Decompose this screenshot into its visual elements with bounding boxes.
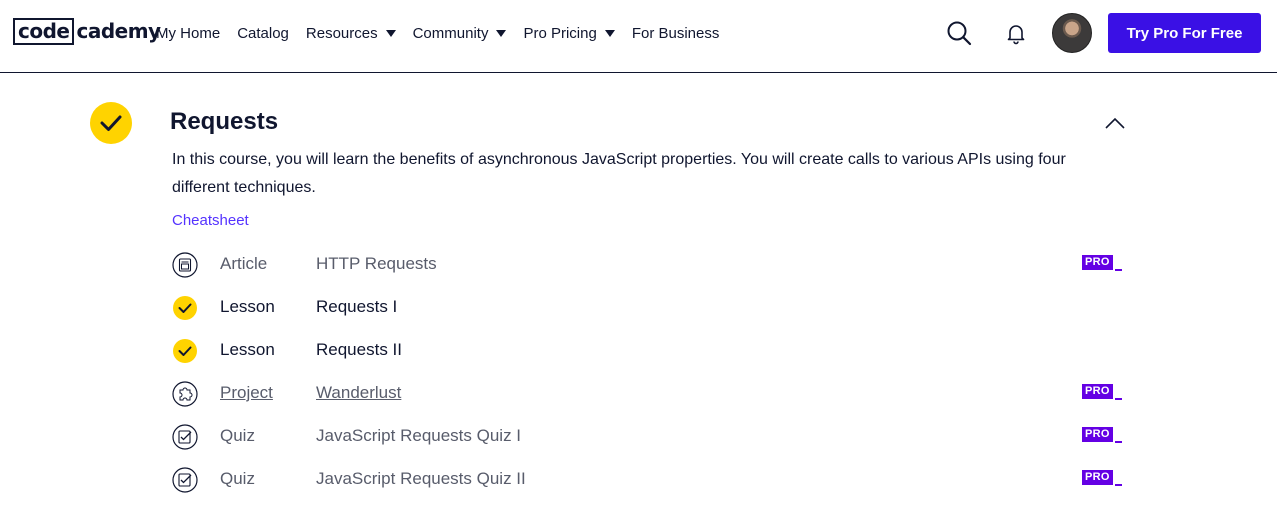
check-icon [173, 296, 197, 320]
caret-down-icon [604, 29, 615, 37]
nav-pro-pricing[interactable]: Pro Pricing [523, 22, 615, 44]
caret-down-icon [385, 29, 396, 37]
nav-my-home[interactable]: My Home [156, 22, 220, 44]
pro-badge: PRO [1082, 384, 1122, 400]
item-title-link[interactable]: Wanderlust [316, 383, 401, 403]
pro-badge-label: PRO [1082, 255, 1113, 270]
check-icon [100, 115, 122, 131]
user-avatar[interactable] [1052, 13, 1092, 53]
nav-for-business-label: For Business [631, 24, 720, 42]
pro-badge-label: PRO [1082, 384, 1113, 399]
nav-resources[interactable]: Resources [306, 22, 396, 44]
main-nav: My Home Catalog Resources Community Pro … [156, 22, 736, 44]
item-type: Quiz [220, 426, 255, 445]
logo-boxed-text: code [13, 18, 75, 45]
item-type-link[interactable]: Project [220, 383, 273, 403]
item-type: Lesson [220, 297, 275, 316]
item-title: JavaScript Requests Quiz II [316, 469, 526, 488]
list-item[interactable]: Article HTTP Requests PRO [172, 249, 1122, 279]
list-item[interactable]: Lesson Requests I [172, 292, 1122, 322]
pro-badge-label: PRO [1082, 470, 1113, 485]
chevron-up-icon[interactable] [1104, 116, 1126, 130]
try-pro-label: Try Pro For Free [1126, 24, 1243, 42]
cheatsheet-link[interactable]: Cheatsheet [172, 212, 249, 229]
search-icon[interactable] [946, 20, 972, 46]
nav-for-business[interactable]: For Business [632, 22, 720, 44]
pro-badge: PRO [1082, 470, 1122, 486]
list-item[interactable]: Project Wanderlust PRO [172, 378, 1122, 408]
try-pro-button[interactable]: Try Pro For Free [1108, 13, 1261, 53]
nav-my-home-label: My Home [156, 24, 221, 42]
nav-community-label: Community [412, 24, 489, 42]
item-title: Requests I [316, 297, 398, 316]
item-type: Lesson [220, 340, 275, 359]
nav-catalog-label: Catalog [237, 24, 289, 42]
nav-pro-pricing-label: Pro Pricing [523, 24, 597, 42]
nav-community[interactable]: Community [413, 22, 507, 44]
item-type: Quiz [220, 469, 255, 488]
logo-text: cademy [76, 19, 161, 43]
puzzle-icon [172, 381, 198, 407]
check-icon [173, 339, 197, 363]
nav-resources-label: Resources [305, 24, 378, 42]
item-title: HTTP Requests [316, 254, 437, 273]
item-title: Requests II [316, 340, 402, 359]
quiz-icon [172, 424, 198, 450]
top-navigation-bar: code cademy My Home Catalog Resources Com… [0, 0, 1277, 73]
module-description: In this course, you will learn the benef… [172, 151, 1066, 196]
list-item[interactable]: Quiz JavaScript Requests Quiz II PRO [172, 464, 1122, 494]
list-item[interactable]: Lesson Requests II [172, 335, 1122, 365]
item-title: JavaScript Requests Quiz I [316, 426, 522, 445]
quiz-icon [172, 467, 198, 493]
pro-badge-label: PRO [1082, 427, 1113, 442]
bell-icon[interactable] [1004, 21, 1028, 45]
codecademy-logo[interactable]: code cademy [13, 18, 161, 45]
caret-down-icon [496, 29, 507, 37]
module-title: Requests [170, 108, 279, 135]
module-completed-check [90, 102, 132, 144]
article-icon [172, 252, 198, 278]
pro-badge: PRO [1082, 255, 1122, 271]
item-type: Article [220, 254, 268, 273]
pro-badge: PRO [1082, 427, 1122, 443]
nav-catalog[interactable]: Catalog [237, 22, 289, 44]
list-item[interactable]: Quiz JavaScript Requests Quiz I PRO [172, 421, 1122, 451]
